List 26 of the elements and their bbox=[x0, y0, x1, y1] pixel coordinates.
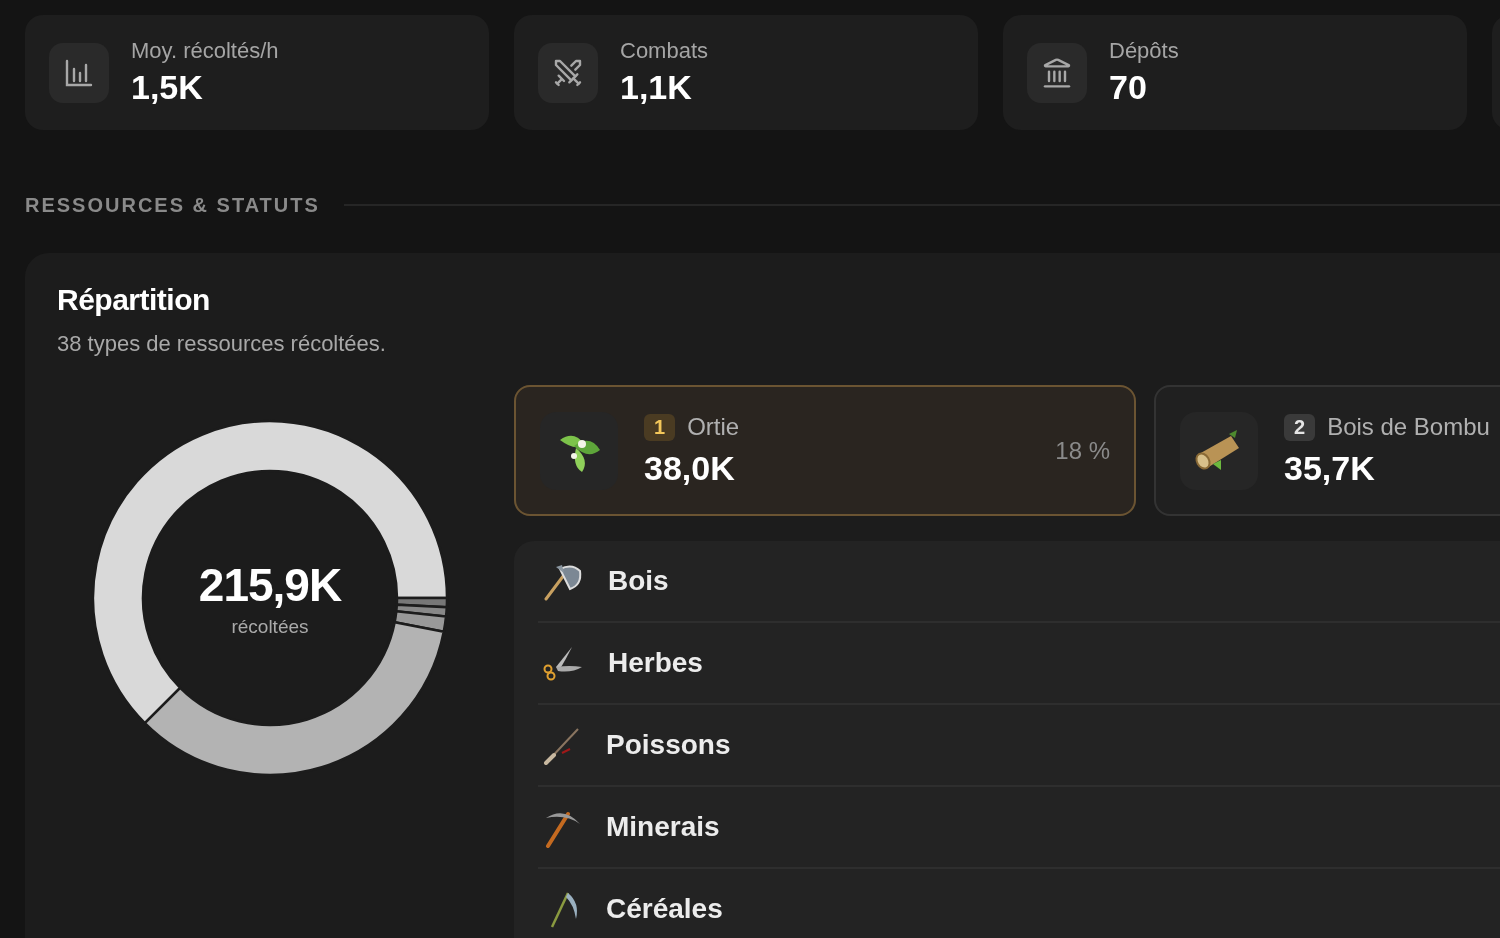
stat-value: 1,1K bbox=[620, 68, 693, 107]
stat-value: 1,5K bbox=[131, 68, 204, 107]
stat-value: 70 bbox=[1109, 68, 1148, 107]
stat-label: Combats bbox=[620, 38, 709, 64]
bank-icon bbox=[1041, 56, 1073, 89]
stat-label: Moy. récoltés/h bbox=[131, 38, 279, 64]
panel-title: Répartition bbox=[57, 283, 211, 317]
category-name[interactable]: Céréales bbox=[606, 893, 723, 925]
resource-card[interactable]: 2 Bois de Bombu 35,7K bbox=[1154, 385, 1500, 516]
rank-badge: 2 bbox=[1284, 413, 1316, 441]
rank-badge: 1 bbox=[644, 413, 676, 441]
stat-label: Dépôts bbox=[1109, 38, 1179, 64]
share-percent: 18 % bbox=[1055, 436, 1110, 465]
resource-card[interactable]: 1 Ortie 38,0K 18 % bbox=[514, 385, 1136, 516]
resource-value: 35,7K bbox=[1284, 449, 1376, 488]
panel-subtitle: 38 types de ressources récoltées. bbox=[57, 331, 387, 357]
resource-name: Bois de Bombu bbox=[1327, 413, 1490, 441]
category-name[interactable]: Poissons bbox=[606, 729, 731, 761]
category-name[interactable]: Herbes bbox=[608, 647, 703, 679]
resource-value: 38,0K bbox=[644, 449, 736, 488]
category-name[interactable]: Minerais bbox=[606, 811, 720, 843]
category-name[interactable]: Bois bbox=[608, 565, 669, 597]
resource-name: Ortie bbox=[687, 413, 740, 441]
total-value: 215,9K bbox=[198, 558, 342, 612]
total-caption: récoltées bbox=[231, 616, 309, 638]
section-title: RESSOURCES & STATUTS bbox=[25, 193, 320, 217]
